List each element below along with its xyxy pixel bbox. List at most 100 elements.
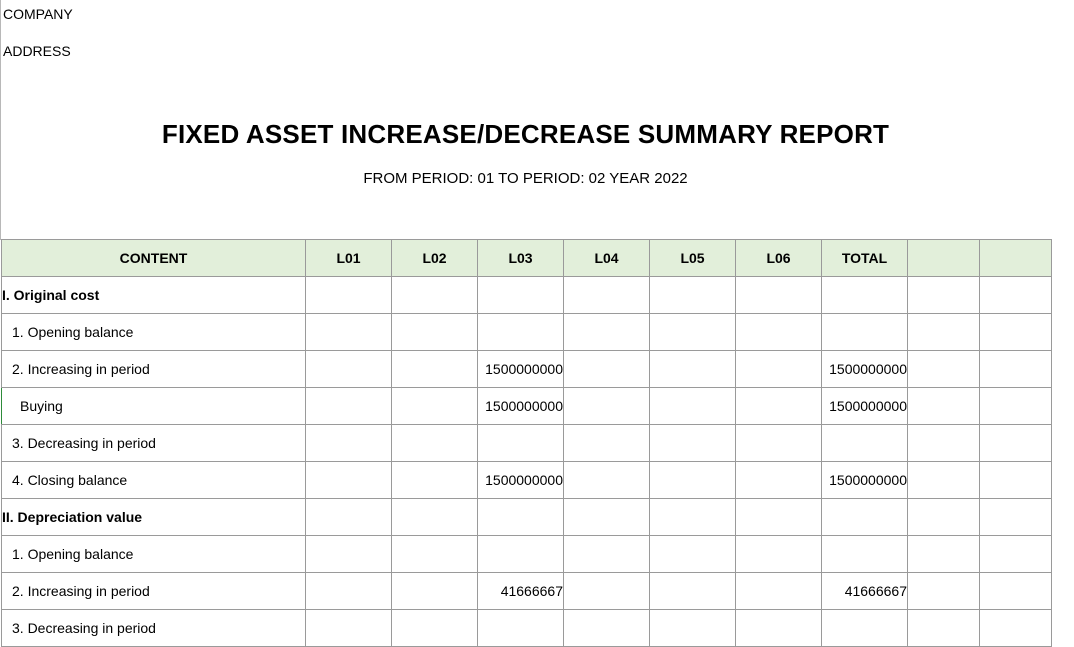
cell-l01[interactable] (305, 609, 392, 647)
cell-l04[interactable] (563, 498, 650, 536)
row-label[interactable]: 2. Increasing in period (1, 350, 306, 388)
cell-l01[interactable] (305, 572, 392, 610)
cell-l05[interactable] (649, 424, 736, 462)
cell-l03[interactable]: 1500000000 (477, 350, 564, 388)
cell-l02[interactable] (391, 350, 478, 388)
cell-extra[interactable] (979, 572, 1052, 610)
cell-l03[interactable]: 41666667 (477, 572, 564, 610)
cell-l04[interactable] (563, 350, 650, 388)
cell-l03[interactable] (477, 535, 564, 573)
cell-l02[interactable] (391, 424, 478, 462)
cell-extra[interactable] (979, 424, 1052, 462)
col-header-l06[interactable]: L06 (735, 239, 822, 277)
cell-l04[interactable] (563, 313, 650, 351)
cell-l06[interactable] (735, 572, 822, 610)
cell-l01[interactable] (305, 313, 392, 351)
cell-total[interactable] (821, 498, 908, 536)
row-label[interactable]: 1. Opening balance (1, 535, 306, 573)
col-header-l05[interactable]: L05 (649, 239, 736, 277)
cell-l06[interactable] (735, 350, 822, 388)
cell-l05[interactable] (649, 313, 736, 351)
col-header-total[interactable]: TOTAL (821, 239, 908, 277)
col-header-content[interactable]: CONTENT (1, 239, 306, 277)
cell-l04[interactable] (563, 572, 650, 610)
cell-l05[interactable] (649, 276, 736, 314)
row-label[interactable]: 4. Closing balance (1, 461, 306, 499)
cell-l02[interactable] (391, 498, 478, 536)
col-header-l01[interactable]: L01 (305, 239, 392, 277)
cell-l01[interactable] (305, 498, 392, 536)
cell-l06[interactable] (735, 313, 822, 351)
cell-l03[interactable] (477, 276, 564, 314)
cell-l05[interactable] (649, 461, 736, 499)
cell-l01[interactable] (305, 424, 392, 462)
cell-extra[interactable] (979, 535, 1052, 573)
col-header-l03[interactable]: L03 (477, 239, 564, 277)
col-header-empty[interactable] (907, 239, 980, 277)
cell-l05[interactable] (649, 535, 736, 573)
cell-l01[interactable] (305, 276, 392, 314)
cell-total[interactable] (821, 535, 908, 573)
cell-l02[interactable] (391, 276, 478, 314)
cell-l02[interactable] (391, 461, 478, 499)
cell-l02[interactable] (391, 572, 478, 610)
cell-l04[interactable] (563, 609, 650, 647)
col-header-l04[interactable]: L04 (563, 239, 650, 277)
cell-extra[interactable] (979, 276, 1052, 314)
cell-extra[interactable] (907, 276, 980, 314)
cell-l06[interactable] (735, 498, 822, 536)
row-label[interactable]: 1. Opening balance (1, 313, 306, 351)
row-label[interactable]: I. Original cost (1, 276, 306, 314)
cell-l04[interactable] (563, 461, 650, 499)
cell-l01[interactable] (305, 350, 392, 388)
cell-l02[interactable] (391, 609, 478, 647)
cell-total[interactable]: 1500000000 (821, 387, 908, 425)
cell-l03[interactable] (477, 498, 564, 536)
cell-l03[interactable] (477, 313, 564, 351)
cell-extra[interactable] (979, 461, 1052, 499)
cell-l06[interactable] (735, 535, 822, 573)
cell-total[interactable] (821, 313, 908, 351)
cell-extra[interactable] (907, 535, 980, 573)
cell-extra[interactable] (907, 424, 980, 462)
cell-extra[interactable] (907, 498, 980, 536)
cell-l01[interactable] (305, 387, 392, 425)
cell-l04[interactable] (563, 424, 650, 462)
row-label[interactable]: 3. Decreasing in period (1, 609, 306, 647)
cell-extra[interactable] (907, 313, 980, 351)
col-header-empty[interactable] (979, 239, 1052, 277)
cell-extra[interactable] (907, 387, 980, 425)
cell-l02[interactable] (391, 387, 478, 425)
cell-l02[interactable] (391, 313, 478, 351)
cell-total[interactable]: 1500000000 (821, 461, 908, 499)
cell-l06[interactable] (735, 609, 822, 647)
row-label[interactable]: II. Depreciation value (1, 498, 306, 536)
cell-extra[interactable] (979, 313, 1052, 351)
cell-l02[interactable] (391, 535, 478, 573)
cell-total[interactable] (821, 276, 908, 314)
cell-extra[interactable] (907, 572, 980, 610)
cell-extra[interactable] (979, 350, 1052, 388)
cell-l04[interactable] (563, 276, 650, 314)
cell-l01[interactable] (305, 461, 392, 499)
cell-total[interactable] (821, 424, 908, 462)
cell-total[interactable] (821, 609, 908, 647)
cell-l03[interactable] (477, 609, 564, 647)
cell-total[interactable]: 1500000000 (821, 350, 908, 388)
cell-extra[interactable] (979, 387, 1052, 425)
cell-l04[interactable] (563, 535, 650, 573)
cell-l06[interactable] (735, 461, 822, 499)
cell-l05[interactable] (649, 498, 736, 536)
row-label[interactable]: 2. Increasing in period (1, 572, 306, 610)
row-label[interactable]: Buying (1, 387, 306, 425)
cell-total[interactable]: 41666667 (821, 572, 908, 610)
cell-l06[interactable] (735, 276, 822, 314)
col-header-l02[interactable]: L02 (391, 239, 478, 277)
row-label[interactable]: 3. Decreasing in period (1, 424, 306, 462)
cell-l05[interactable] (649, 609, 736, 647)
cell-extra[interactable] (979, 609, 1052, 647)
cell-l03[interactable]: 1500000000 (477, 387, 564, 425)
cell-extra[interactable] (907, 461, 980, 499)
cell-extra[interactable] (907, 609, 980, 647)
cell-l05[interactable] (649, 350, 736, 388)
